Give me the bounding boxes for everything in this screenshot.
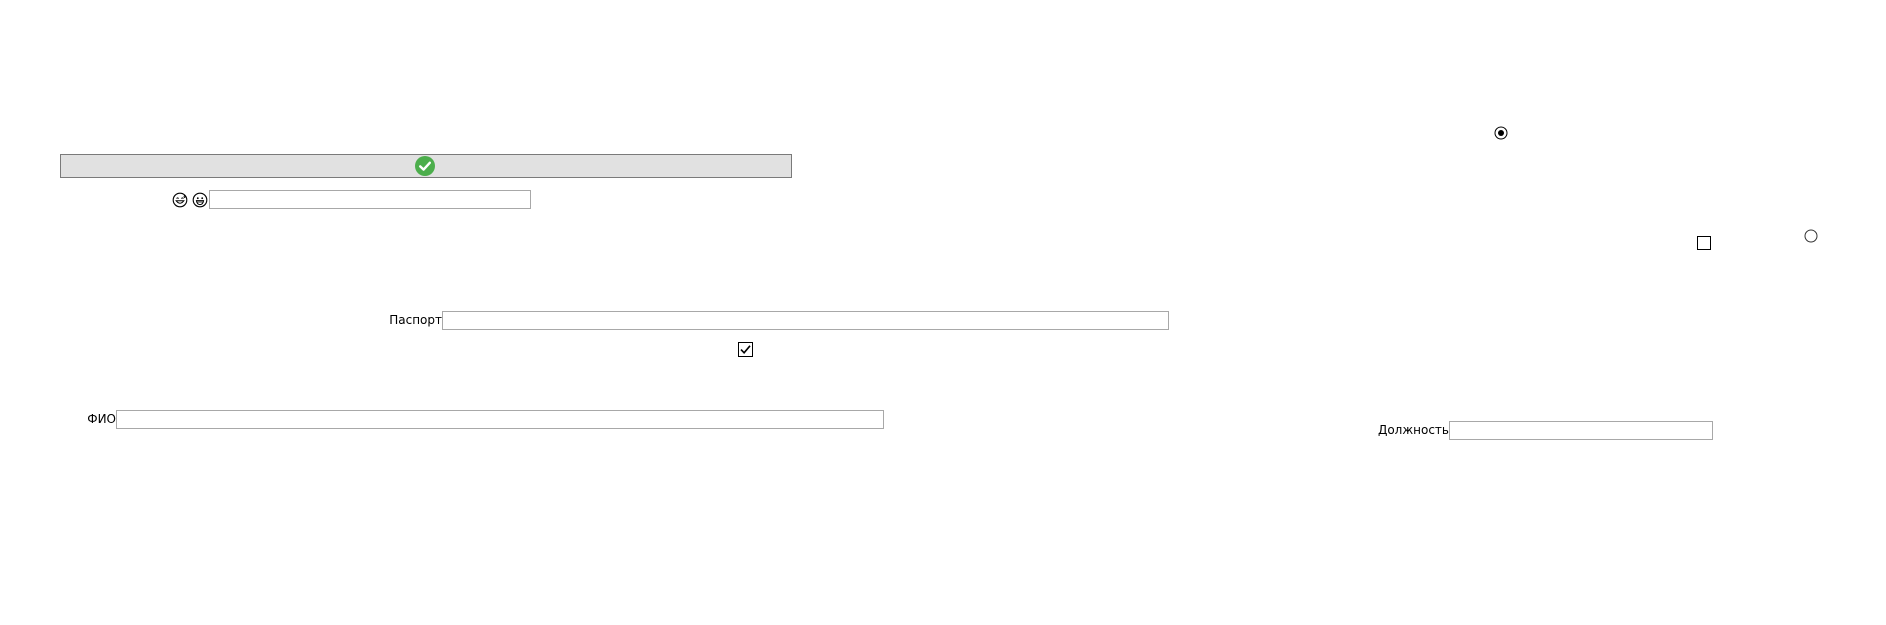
checkbox-unchecked[interactable] <box>1697 236 1712 251</box>
check-circle-icon <box>415 156 435 176</box>
radio-button-unselected[interactable] <box>1804 229 1818 243</box>
fio-input[interactable] <box>116 410 884 429</box>
checkbox-checked[interactable] <box>738 342 753 357</box>
position-input[interactable] <box>1449 421 1713 440</box>
grinning-sweat-face-icon <box>172 192 188 208</box>
passport-label: Паспорт <box>389 313 442 327</box>
radio-button-selected[interactable] <box>1494 126 1508 140</box>
fio-label: ФИО <box>87 412 116 426</box>
emoji-text-input[interactable] <box>209 190 531 209</box>
passport-input[interactable] <box>442 311 1169 330</box>
grinning-face-icon <box>192 192 208 208</box>
position-label: Должность <box>1377 423 1449 437</box>
